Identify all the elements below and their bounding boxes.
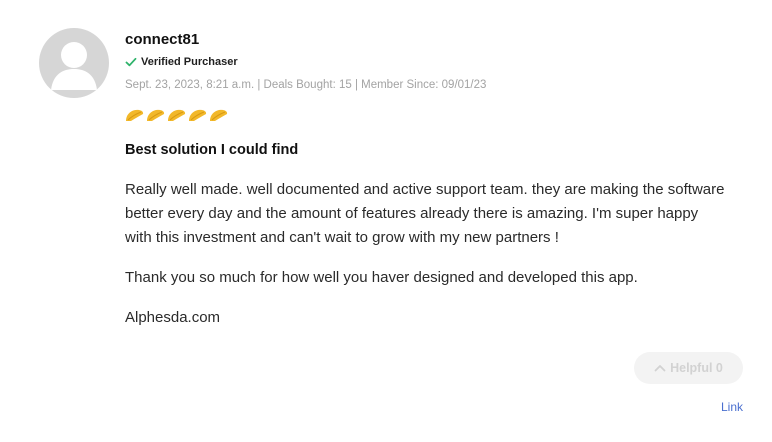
review-link[interactable]: Link <box>721 400 743 414</box>
review-body-paragraph: Thank you so much for how well you haver… <box>125 269 638 286</box>
helpful-button[interactable]: Helpful 0 <box>634 352 743 384</box>
rating <box>125 107 745 123</box>
user-placeholder-icon <box>51 42 97 90</box>
taco-icon <box>189 109 207 121</box>
username[interactable]: connect81 <box>125 30 745 50</box>
check-icon <box>125 57 137 67</box>
taco-icon <box>168 109 186 121</box>
verified-purchaser-badge: Verified Purchaser <box>125 54 745 70</box>
verified-label: Verified Purchaser <box>141 56 238 68</box>
review-card: connect81 Verified Purchaser Sept. 23, 2… <box>0 0 772 442</box>
review-body-paragraph: Really well made. well documented and ac… <box>125 181 725 246</box>
review-title: Best solution I could find <box>125 142 299 158</box>
taco-icon <box>210 109 228 121</box>
review-meta: Sept. 23, 2023, 8:21 a.m. | Deals Bought… <box>125 79 487 91</box>
helpful-label: Helpful 0 <box>670 361 723 375</box>
chevron-up-icon <box>654 365 666 372</box>
taco-icon <box>147 109 165 121</box>
review-body-paragraph: Alphesda.com <box>125 309 221 326</box>
review-content: connect81 Verified Purchaser Sept. 23, 2… <box>125 30 745 330</box>
avatar <box>39 28 109 98</box>
taco-icon <box>126 109 144 121</box>
